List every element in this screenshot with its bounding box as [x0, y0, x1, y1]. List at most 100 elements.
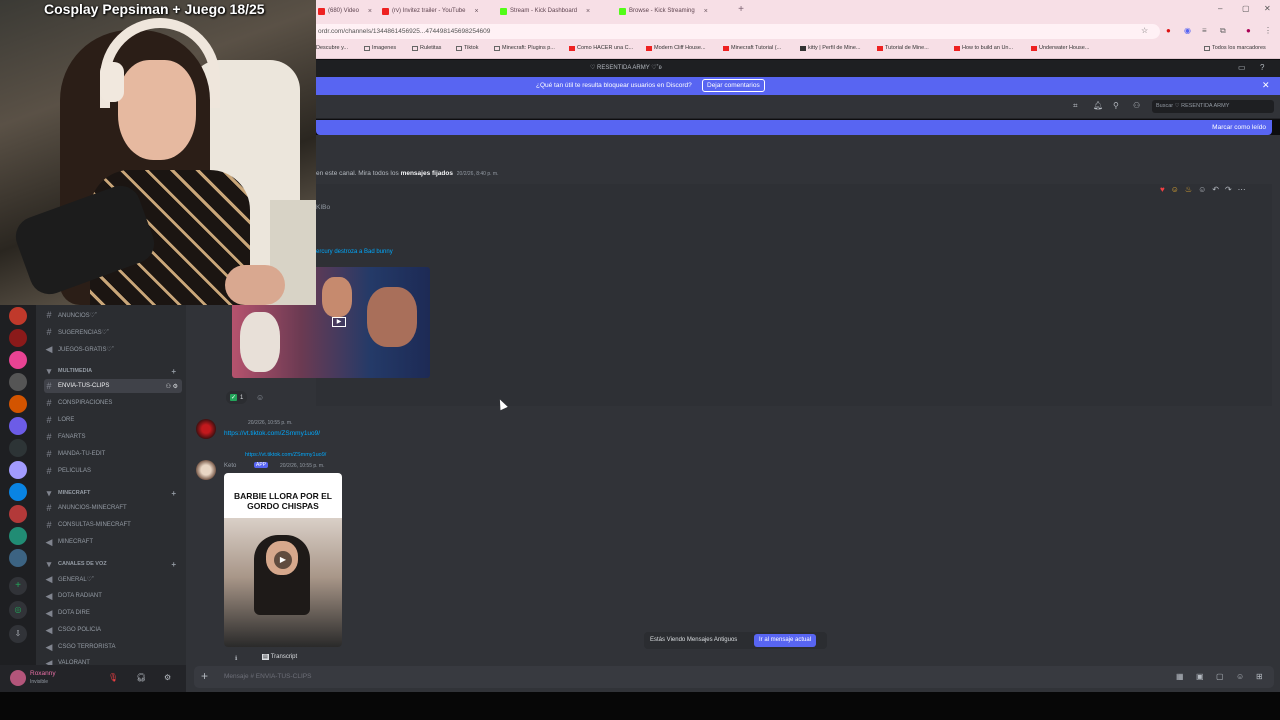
extension-icon[interactable]: ●	[1166, 26, 1171, 35]
close-icon[interactable]: ×	[586, 8, 590, 15]
play-icon[interactable]: ▶	[332, 317, 346, 327]
star-icon[interactable]: ☆	[1141, 26, 1148, 35]
author-name[interactable]: Keto	[224, 463, 236, 469]
maximize-icon[interactable]: ▢	[1242, 4, 1250, 13]
emoji-icon[interactable]: ☺	[1171, 185, 1179, 194]
add-reaction-icon[interactable]: ☺	[1198, 185, 1206, 194]
channel-item[interactable]: ◀ MINECRAFT	[44, 535, 182, 549]
gear-icon[interactable]: ⚙	[164, 673, 171, 682]
bookmark[interactable]: Minecraft Tutorial (...	[723, 45, 781, 51]
sticker-icon[interactable]: ▢	[1216, 672, 1224, 681]
search-input[interactable]: Buscar ♡ RESENTIDA ARMY	[1152, 100, 1274, 113]
server-icon[interactable]	[9, 373, 27, 391]
bookmark[interactable]: Tiktok	[456, 45, 478, 51]
channel-item[interactable]: # LORE	[44, 413, 182, 427]
browser-tab[interactable]: Browse - Kick Streaming ×	[619, 3, 731, 19]
profile-icon[interactable]: ●	[1246, 26, 1251, 35]
new-messages-bar[interactable]: Marcar como leído	[316, 120, 1272, 135]
server-icon[interactable]	[9, 461, 27, 479]
channel-item[interactable]: # ANUNCIOS-MINECRAFT	[44, 501, 182, 515]
message-composer[interactable]: + Mensaje # ENVIA-TUS-CLIPS ▦ ▣ ▢ ☺ ⊞	[194, 666, 1274, 688]
gift-icon[interactable]: ▦	[1176, 672, 1184, 681]
channel-item[interactable]: ◀ JUEGOS-GRATIS♡˚	[44, 342, 182, 356]
play-icon[interactable]: ▶	[274, 551, 292, 569]
bookmark[interactable]: How to build an Un...	[954, 45, 1013, 51]
feedback-button[interactable]: Dejar comentarios	[702, 79, 765, 92]
channel-item[interactable]: # MANDA-TU-EDIT	[44, 447, 182, 461]
bookmark[interactable]: Como HACER una C...	[569, 45, 633, 51]
bookmark[interactable]: kitty | Perfil de Mine...	[800, 45, 860, 51]
inbox-icon[interactable]: ▭	[1238, 63, 1246, 72]
menu-icon[interactable]: ≡	[1202, 26, 1207, 35]
channel-settings-icon[interactable]: ⚇ ⚙	[166, 383, 178, 390]
bookmark[interactable]: Imagenes	[364, 45, 396, 51]
add-server-icon[interactable]: +	[9, 577, 27, 595]
avatar[interactable]	[196, 419, 216, 439]
channel-item[interactable]: ◀ CSGO POLICIA	[44, 623, 182, 637]
close-icon[interactable]: ×	[704, 8, 708, 15]
more-icon[interactable]: ⋯	[1238, 185, 1246, 194]
embed-title[interactable]: ercury destroza a Bad bunny	[316, 249, 393, 255]
channel-item[interactable]: # CONSPIRACIONES	[44, 396, 182, 410]
close-icon[interactable]: ×	[368, 8, 372, 15]
emoji-icon[interactable]: ☺	[1236, 672, 1244, 681]
jump-present-button[interactable]: Ir al mensaje actual	[754, 634, 817, 647]
browser-tab[interactable]: (680) Video ×	[318, 3, 378, 19]
pinned-link[interactable]: mensajes fijados	[401, 170, 453, 177]
message-link[interactable]: https://vt.tiktok.com/ZSmmy1uo9/	[224, 430, 320, 437]
close-icon[interactable]: ×	[474, 8, 478, 15]
bookmark[interactable]: Descubre y...	[316, 45, 348, 51]
info-icon[interactable]: ℹ	[235, 655, 237, 662]
channel-item[interactable]: # ENVIA-TUS-CLIPS ⚇ ⚙	[44, 379, 182, 393]
server-icon[interactable]	[9, 417, 27, 435]
headphones-icon[interactable]: 🎧︎	[136, 673, 146, 682]
bookmark[interactable]: Modern Cliff House...	[646, 45, 706, 51]
tiktok-thumbnail[interactable]: BARBIE LLORA POR EL GORDO CHISPAS ▶	[224, 473, 342, 647]
members-icon[interactable]: ⚇	[1133, 101, 1140, 110]
channel-item[interactable]: # PELICULAS	[44, 464, 182, 478]
minimize-icon[interactable]: –	[1218, 4, 1222, 13]
heart-icon[interactable]: ♥	[1160, 185, 1165, 194]
server-icon[interactable]	[9, 329, 27, 347]
reply-link[interactable]: https://vt.tiktok.com/ZSmmy1uo9/	[245, 452, 326, 458]
extensions-icon[interactable]: ⧉	[1220, 26, 1226, 36]
channel-item[interactable]: ◀ DOTA DIRE	[44, 606, 182, 620]
close-icon[interactable]: ✕	[1262, 80, 1270, 91]
plus-icon[interactable]: +	[201, 669, 208, 683]
bookmark[interactable]: Ruletitas	[412, 45, 441, 51]
explore-icon[interactable]: ◎	[9, 601, 27, 619]
server-icon[interactable]	[9, 439, 27, 457]
server-icon[interactable]	[9, 527, 27, 545]
server-icon[interactable]	[9, 351, 27, 369]
bookmark[interactable]: Underwater House...	[1031, 45, 1089, 51]
download-icon[interactable]: ⇩	[9, 625, 27, 643]
add-channel-icon[interactable]: +	[171, 489, 176, 498]
channel-item[interactable]: # FANARTS	[44, 430, 182, 444]
channel-item[interactable]: ◀ DOTA RADIANT	[44, 589, 182, 603]
avatar[interactable]	[10, 670, 26, 686]
server-icon[interactable]	[9, 505, 27, 523]
threads-icon[interactable]: ⌗	[1073, 101, 1078, 111]
fire-icon[interactable]: ♨	[1185, 185, 1192, 194]
bookmark[interactable]: Minecraft: Plugins p...	[494, 45, 555, 51]
forward-icon[interactable]: ↷	[1225, 185, 1232, 194]
server-icon[interactable]	[9, 549, 27, 567]
close-window-icon[interactable]: ✕	[1264, 4, 1271, 13]
reply-icon[interactable]: ↶	[1212, 185, 1219, 194]
reaction-pill[interactable]: ✓ 1	[226, 391, 248, 404]
author-name[interactable]: KIBo	[316, 204, 330, 211]
channel-category[interactable]: ▾ CANALES DE VOZ +	[44, 557, 182, 571]
help-icon[interactable]: ?	[1260, 63, 1264, 72]
avatar[interactable]	[196, 460, 216, 480]
new-tab-button[interactable]: +	[735, 4, 747, 16]
pin-icon[interactable]: ⚲	[1113, 101, 1119, 110]
extension-icon[interactable]: ◉	[1184, 26, 1191, 35]
channel-item[interactable]: ◀ GENERAL♡˚	[44, 572, 182, 586]
add-channel-icon[interactable]: +	[171, 367, 176, 376]
server-icon[interactable]	[9, 307, 27, 325]
channel-item[interactable]: ◀ CSGO TERRORISTA	[44, 640, 182, 654]
gif-icon[interactable]: ▣	[1196, 672, 1204, 681]
mic-muted-icon[interactable]: 🎙︎	[108, 673, 118, 682]
channel-item[interactable]: # ANUNCIOS♡˚	[44, 308, 182, 322]
kebab-icon[interactable]: ⋮	[1264, 26, 1272, 35]
